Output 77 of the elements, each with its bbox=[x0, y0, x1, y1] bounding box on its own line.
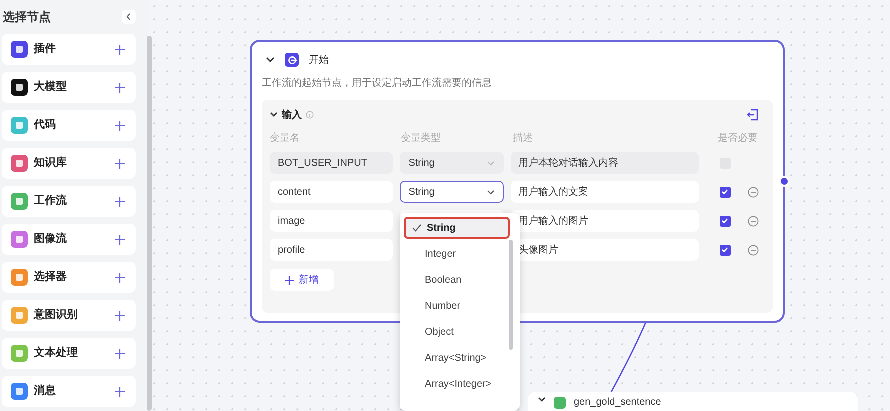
import-icon[interactable] bbox=[747, 109, 759, 121]
type-option[interactable]: Array<Integer> bbox=[404, 373, 510, 395]
name-field[interactable]: content bbox=[270, 181, 393, 203]
chevron-down-icon[interactable] bbox=[270, 112, 278, 118]
node-type-label: 文本处理 bbox=[34, 346, 79, 362]
sidebar-title: 选择节点 bbox=[2, 9, 51, 26]
type-option[interactable]: Array<String> bbox=[404, 347, 510, 369]
checkmark-icon bbox=[412, 224, 423, 232]
add-icon[interactable] bbox=[115, 44, 125, 54]
type-select[interactable]: String bbox=[400, 181, 504, 203]
add-icon[interactable] bbox=[115, 348, 125, 358]
add-icon[interactable] bbox=[115, 120, 125, 130]
node-type-label: 插件 bbox=[34, 42, 57, 58]
node-type-item[interactable]: 工作流 bbox=[2, 186, 136, 217]
workflow-node-icon bbox=[554, 397, 566, 409]
add-variable-button[interactable]: 新增 bbox=[270, 269, 334, 291]
node-type-item[interactable]: 大模型 bbox=[2, 72, 136, 103]
node-type-label: 图像流 bbox=[34, 232, 68, 248]
add-icon[interactable] bbox=[115, 82, 125, 92]
chevron-down-icon[interactable] bbox=[538, 397, 546, 403]
node-type-label: 代码 bbox=[34, 118, 57, 134]
description-field: 用户本轮对话输入内容 bbox=[510, 152, 699, 174]
description-field[interactable]: 用户输入的文案 bbox=[510, 181, 699, 203]
node-type-label: 意图识别 bbox=[34, 308, 79, 324]
required-checkbox[interactable] bbox=[720, 216, 731, 226]
node-title: 开始 bbox=[309, 54, 329, 68]
remove-icon[interactable] bbox=[748, 186, 759, 198]
type-option[interactable]: Object bbox=[404, 321, 510, 343]
node-description: 工作流的起始节点，用于设定启动工作流需要的信息 bbox=[262, 76, 493, 91]
info-icon bbox=[306, 111, 314, 119]
node-type-label: 知识库 bbox=[34, 156, 68, 172]
node-type-item[interactable]: 插件 bbox=[2, 34, 136, 65]
node-type-item[interactable]: 选择器 bbox=[2, 262, 136, 293]
collapse-button[interactable] bbox=[122, 10, 136, 24]
remove-icon[interactable] bbox=[748, 216, 759, 226]
name-field[interactable]: image bbox=[270, 210, 393, 232]
column-header: 变量名 bbox=[270, 132, 301, 146]
node-type-item[interactable]: 图像流 bbox=[2, 224, 136, 255]
add-icon[interactable] bbox=[115, 234, 125, 244]
required-checkbox[interactable] bbox=[720, 244, 731, 256]
add-icon[interactable] bbox=[115, 386, 125, 396]
node-type-label: 选择器 bbox=[34, 270, 68, 286]
section-title: 输入 bbox=[282, 108, 302, 122]
type-option[interactable]: Boolean bbox=[404, 269, 510, 291]
node-type-item[interactable]: 知识库 bbox=[2, 148, 136, 179]
node-type-item[interactable]: 代码 bbox=[2, 110, 136, 141]
node-title: gen_gold_sentence bbox=[574, 397, 662, 409]
column-header: 变量类型 bbox=[401, 132, 442, 146]
plus-icon bbox=[285, 276, 294, 284]
add-icon[interactable] bbox=[115, 272, 125, 282]
node-type-item[interactable]: 消息 bbox=[2, 376, 136, 407]
add-icon[interactable] bbox=[115, 310, 125, 320]
node-type-label: 消息 bbox=[34, 384, 57, 400]
node-type-item[interactable]: 意图识别 bbox=[2, 300, 136, 331]
description-field[interactable]: 用户输入的图片 bbox=[510, 210, 699, 232]
node-type-label: 工作流 bbox=[34, 194, 68, 210]
required-checkbox[interactable] bbox=[720, 186, 731, 198]
dropdown-scrollbar[interactable] bbox=[509, 240, 513, 350]
scrollbar[interactable] bbox=[147, 36, 152, 411]
start-node-icon bbox=[285, 53, 299, 67]
add-icon[interactable] bbox=[115, 196, 125, 206]
caret-icon bbox=[486, 190, 495, 194]
chevron-down-icon[interactable] bbox=[266, 57, 275, 63]
column-header: 描述 bbox=[513, 132, 534, 146]
column-header: 是否必要 bbox=[717, 132, 759, 146]
caret-icon bbox=[486, 160, 495, 166]
type-option[interactable]: Integer bbox=[404, 243, 510, 265]
node-type-label: 大模型 bbox=[34, 80, 68, 96]
type-option[interactable]: Number bbox=[404, 295, 510, 317]
add-icon[interactable] bbox=[115, 158, 125, 168]
name-field: BOT_USER_INPUT bbox=[270, 152, 393, 174]
remove-icon[interactable] bbox=[748, 244, 759, 256]
output-port[interactable] bbox=[779, 176, 790, 187]
node-type-item[interactable]: 文本处理 bbox=[2, 338, 136, 369]
type-option[interactable]: String bbox=[404, 217, 510, 239]
name-field[interactable]: profile bbox=[270, 239, 393, 261]
chevron-left-icon bbox=[126, 13, 132, 21]
